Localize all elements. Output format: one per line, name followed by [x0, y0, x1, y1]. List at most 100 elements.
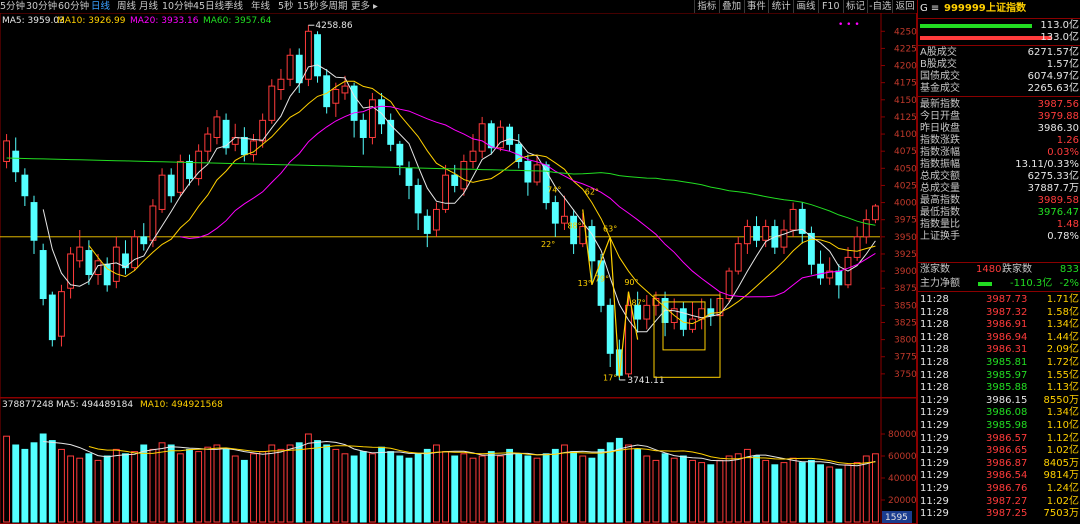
tick-time: 11:28: [920, 357, 949, 368]
tick-price: 3986.76: [986, 483, 1028, 494]
candle-up: [853, 236, 861, 258]
candle-down: [295, 54, 303, 84]
volume-bar-up: [497, 455, 504, 523]
quote-row: 指数量比 1.48: [918, 219, 1080, 231]
volume-bar-down: [551, 448, 559, 523]
mainflow-pct: -2%: [1059, 278, 1079, 289]
toolbar-button-6[interactable]: 标记: [842, 0, 868, 13]
tab-period-2[interactable]: 60分钟: [58, 0, 89, 13]
volume-bar-up: [625, 444, 632, 523]
tab-period-0[interactable]: 5分钟: [0, 0, 25, 13]
tab-period-5[interactable]: 月线: [139, 0, 158, 13]
volume-bar-down: [359, 451, 367, 523]
quote-panel: G ≡ 999999 上证指数 113.0亿 133.0亿 A股成交 6271.5…: [917, 0, 1080, 524]
degree-mark: 74°: [547, 185, 561, 194]
volume-bar-up: [204, 446, 212, 523]
high-label: 4258.86: [315, 21, 352, 31]
candle-up: [341, 85, 349, 94]
tick-price: 3985.98: [986, 420, 1028, 431]
tick-price: 3986.65: [986, 445, 1028, 457]
rise-label: 涨家数: [920, 264, 950, 275]
quote-value: 2265.63亿: [1027, 83, 1079, 94]
tick-row: 11:28 3985.97 1.55亿: [918, 370, 1080, 382]
volume-bar-up: [844, 464, 852, 523]
volume-bar-up: [131, 451, 139, 523]
volume-bar-down: [542, 453, 550, 523]
tab-period-10[interactable]: 5秒: [278, 0, 294, 13]
volume-bar-down: [414, 453, 422, 523]
volume-bar-up: [231, 455, 239, 523]
degree-mark: 79°: [595, 274, 609, 283]
candle-up: [460, 160, 468, 190]
code-prefix: G ≡: [920, 3, 940, 14]
tab-period-1[interactable]: 30分钟: [26, 0, 57, 13]
candle-down: [634, 304, 642, 320]
toolbar-button-5[interactable]: F10: [817, 0, 843, 13]
quote-value: 0.78%: [1047, 231, 1079, 242]
tick-row: 11:28 3986.31 2.09亿: [918, 344, 1080, 356]
quote-value: 1.57亿: [1046, 59, 1079, 70]
tab-period-6[interactable]: 10分钟: [162, 0, 193, 13]
volume-chart[interactable]: 378877248 MA5: 494489184 MA10: 494921568 80…: [0, 398, 917, 524]
tick-time: 11:29: [920, 420, 949, 431]
candle-down: [606, 304, 614, 354]
quote-row: 最高指数 3989.58: [918, 195, 1080, 207]
candle-down: [314, 34, 321, 77]
candle-up: [734, 243, 742, 272]
toolbar-button-1[interactable]: 叠加: [718, 0, 744, 13]
quote-row: 上证换手 0.78%: [918, 231, 1080, 243]
candle-down: [12, 150, 20, 173]
kline-chart[interactable]: MA5: 3959.03MA10: 3926.99 MA20: 3933.16 MA…: [0, 13, 917, 398]
toolbar-button-3[interactable]: 统计: [768, 0, 793, 13]
quote-row: 昨日收盘 3986.30: [918, 123, 1080, 135]
tick-time: 11:28: [920, 369, 949, 381]
volume-bar-up: [643, 455, 651, 523]
volume-bar-up: [341, 453, 349, 523]
volume-bar-down: [85, 453, 93, 523]
tick-price: 3987.27: [986, 495, 1028, 507]
tab-period-9[interactable]: 年线: [251, 0, 270, 13]
tab-period-12[interactable]: 多周期: [319, 0, 348, 13]
volume-bar-up: [826, 466, 834, 523]
tab-period-11[interactable]: 15秒: [297, 0, 319, 13]
toolbar-button-2[interactable]: 事件: [743, 0, 769, 13]
tab-period-4[interactable]: 周线: [117, 0, 136, 13]
tick-row: 11:28 3985.88 1.13亿: [918, 382, 1080, 394]
stock-name: 上证指数: [986, 3, 1026, 14]
toolbar-button-8[interactable]: 返回: [892, 0, 917, 13]
price-tick-label: 3775: [894, 353, 917, 363]
tab-period-7[interactable]: 45日线: [193, 0, 224, 13]
degree-mark: 17°: [603, 374, 617, 383]
toolbar-button-7[interactable]: -自选: [867, 0, 892, 13]
price-tick-label: 4150: [894, 96, 917, 106]
price-tick-label: 3850: [894, 301, 917, 311]
candle-down: [487, 123, 495, 149]
candle-up: [872, 205, 879, 221]
candle-down: [359, 119, 367, 138]
tab-period-3[interactable]: 日线: [91, 0, 110, 13]
fall-label: 跌家数: [1002, 264, 1032, 275]
volume-bar-up: [789, 457, 797, 523]
candle-up: [76, 246, 84, 262]
tick-price: 3986.54: [986, 470, 1028, 482]
candle-up: [58, 291, 65, 337]
mainflow-row: 主力净额 -110.3亿 -2%: [918, 278, 1080, 290]
tab-period-13[interactable]: 更多 ▸: [351, 0, 378, 13]
candle-down: [679, 308, 687, 330]
quote-label: 指数涨幅: [920, 147, 960, 158]
tab-period-8[interactable]: 季线: [224, 0, 243, 13]
tick-row: 11:29 3985.98 1.10亿: [918, 420, 1080, 432]
volume-tick-label: 60000: [888, 452, 917, 462]
volume-bar-down: [753, 455, 760, 523]
volume-bar-down: [807, 459, 815, 523]
toolbar-button-4[interactable]: 画线: [793, 0, 818, 13]
quote-label: 总成交量: [920, 183, 960, 194]
quote-row: A股成交 6271.57亿: [918, 47, 1080, 59]
volume-bar-down: [679, 455, 687, 523]
volume-bar-down: [597, 448, 605, 523]
volume-bar-up: [670, 457, 678, 523]
volume-bar-up: [3, 435, 10, 523]
volume-bar-up: [689, 459, 696, 523]
tick-price: 3985.81: [986, 357, 1028, 368]
toolbar-button-0[interactable]: 指标: [694, 0, 719, 13]
